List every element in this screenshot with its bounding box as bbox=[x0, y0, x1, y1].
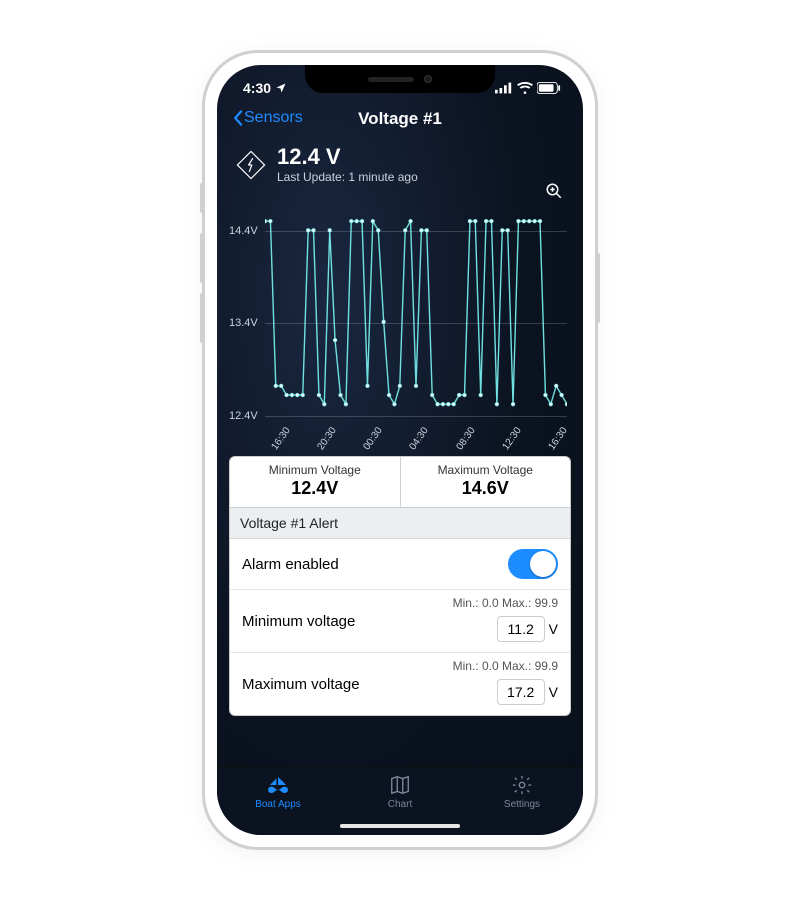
min-voltage-input[interactable] bbox=[497, 616, 545, 642]
zoom-button[interactable] bbox=[545, 182, 563, 205]
side-button bbox=[200, 183, 204, 213]
tab-label: Chart bbox=[388, 799, 412, 810]
unit-label: V bbox=[549, 621, 558, 637]
phone-frame: 4:30 Sensors Voltage #1 12. bbox=[202, 50, 598, 850]
tab-label: Settings bbox=[504, 799, 540, 810]
boat-icon bbox=[265, 774, 291, 796]
battery-icon bbox=[537, 82, 561, 94]
min-voltage-value: 12.4V bbox=[230, 478, 400, 499]
max-voltage-row: Maximum voltage Min.: 0.0 Max.: 99.9 V bbox=[230, 653, 570, 715]
side-button bbox=[200, 293, 204, 343]
chart-plot[interactable]: 14.4V13.4V12.4V bbox=[265, 212, 567, 416]
tab-label: Boat Apps bbox=[255, 799, 301, 810]
voltage-value: 12.4 V bbox=[277, 145, 418, 169]
range-hint: Min.: 0.0 Max.: 99.9 bbox=[453, 596, 558, 610]
chevron-left-icon bbox=[231, 109, 245, 127]
wifi-icon bbox=[517, 82, 533, 94]
current-reading: 12.4 V Last Update: 1 minute ago bbox=[217, 137, 583, 186]
status-time: 4:30 bbox=[243, 80, 271, 96]
location-icon bbox=[275, 82, 287, 94]
back-button[interactable]: Sensors bbox=[231, 109, 303, 127]
range-hint: Min.: 0.0 Max.: 99.9 bbox=[453, 659, 558, 673]
unit-label: V bbox=[549, 684, 558, 700]
voltage-icon bbox=[235, 149, 267, 181]
back-label: Sensors bbox=[244, 109, 303, 127]
last-update: Last Update: 1 minute ago bbox=[277, 170, 418, 184]
gear-icon bbox=[511, 774, 533, 796]
max-voltage-row-label: Maximum voltage bbox=[242, 676, 497, 693]
page-title: Voltage #1 bbox=[358, 109, 442, 129]
min-voltage-row: Minimum voltage Min.: 0.0 Max.: 99.9 V bbox=[230, 590, 570, 653]
nav-bar: Sensors Voltage #1 bbox=[217, 101, 583, 137]
alert-header: Voltage #1 Alert bbox=[230, 508, 570, 539]
cellular-icon bbox=[495, 82, 513, 94]
side-button bbox=[200, 233, 204, 283]
tab-bar: Boat Apps Chart Settings bbox=[217, 767, 583, 835]
alarm-enabled-label: Alarm enabled bbox=[242, 556, 508, 573]
chart-area: 14.4V13.4V12.4V 16:3020:3000:3004:3008:3… bbox=[225, 188, 575, 450]
side-button bbox=[596, 253, 600, 323]
max-voltage-value: 14.6V bbox=[401, 478, 571, 499]
min-voltage-label: Minimum Voltage bbox=[230, 463, 400, 477]
zoom-in-icon bbox=[545, 182, 563, 200]
screen: 4:30 Sensors Voltage #1 12. bbox=[217, 65, 583, 835]
max-voltage-cell: Maximum Voltage 14.6V bbox=[401, 457, 571, 507]
map-icon bbox=[388, 774, 412, 796]
alarm-enabled-row: Alarm enabled bbox=[230, 539, 570, 590]
min-voltage-cell: Minimum Voltage 12.4V bbox=[230, 457, 401, 507]
tab-settings[interactable]: Settings bbox=[461, 774, 583, 835]
tab-boat-apps[interactable]: Boat Apps bbox=[217, 774, 339, 835]
max-voltage-label: Maximum Voltage bbox=[401, 463, 571, 477]
minmax-card: Minimum Voltage 12.4V Maximum Voltage 14… bbox=[229, 456, 571, 507]
notch bbox=[305, 65, 495, 93]
max-voltage-input[interactable] bbox=[497, 679, 545, 705]
home-indicator[interactable] bbox=[340, 824, 460, 828]
alert-panel: Voltage #1 Alert Alarm enabled Minimum v… bbox=[229, 507, 571, 716]
alarm-toggle[interactable] bbox=[508, 549, 558, 579]
line-chart bbox=[265, 212, 567, 413]
x-axis-labels: 16:3020:3000:3004:3008:3012:3016:30 bbox=[265, 420, 567, 450]
min-voltage-row-label: Minimum voltage bbox=[242, 613, 497, 630]
